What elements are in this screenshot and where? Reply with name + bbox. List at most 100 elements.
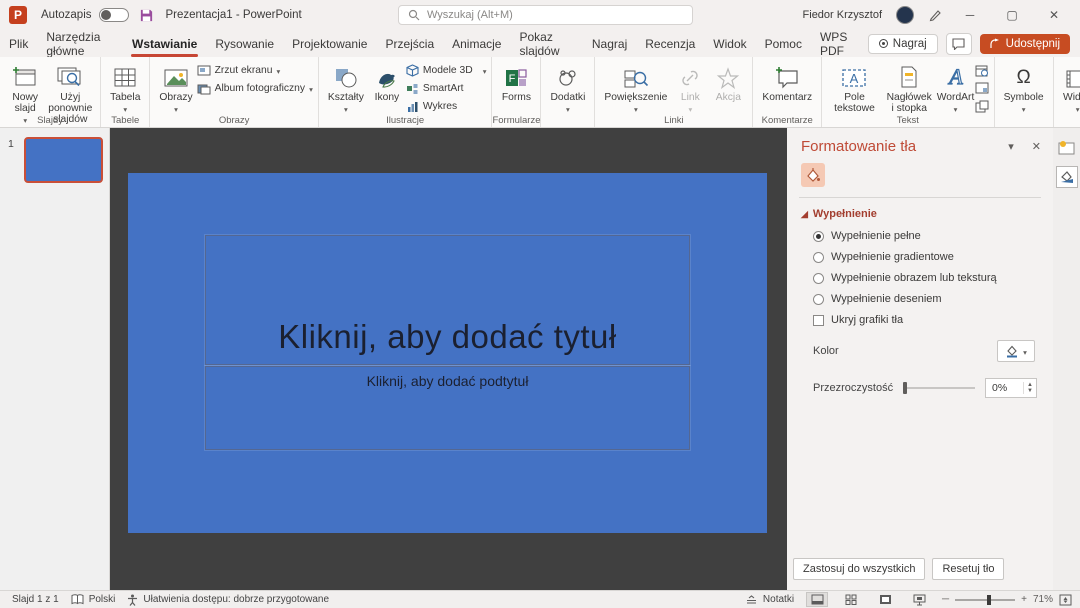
slide[interactable]: Kliknij, aby dodać tytuł Kliknij, aby do…: [128, 173, 767, 533]
header-footer-button[interactable]: Nagłówek i stopka: [882, 60, 937, 116]
addins-button[interactable]: Dodatki▾: [546, 60, 589, 116]
color-picker-button[interactable]: ▾: [997, 340, 1035, 362]
screenshot-icon: [197, 65, 211, 77]
apply-to-all-button[interactable]: Zastosuj do wszystkich: [793, 558, 925, 580]
title-placeholder[interactable]: Kliknij, aby dodać tytuł: [205, 235, 690, 365]
slideshow-view-button[interactable]: [908, 592, 930, 607]
shapes-button[interactable]: Kształty▾: [324, 60, 368, 116]
reset-background-button[interactable]: Resetuj tło: [932, 558, 1004, 580]
user-name[interactable]: Fiedor Krzysztof: [803, 9, 882, 21]
chart-button[interactable]: Wykres: [406, 98, 487, 115]
group-obrazy: Obrazy▾ Zrzut ekranu▾ Album fotograficzn…: [150, 57, 318, 127]
panel-title: Formatowanie tła: [801, 138, 916, 155]
tab-projektowanie[interactable]: Projektowanie: [283, 32, 376, 56]
user-avatar[interactable]: [896, 6, 914, 24]
object-button[interactable]: [975, 98, 989, 115]
reading-view-button[interactable]: [874, 592, 896, 607]
table-button[interactable]: Tabela▾: [106, 60, 144, 116]
subtitle-placeholder-text: Kliknij, aby dodać podtytuł: [367, 367, 529, 389]
tab-rysowanie[interactable]: Rysowanie: [206, 32, 283, 56]
tab-animacje[interactable]: Animacje: [443, 32, 510, 56]
fill-section-header[interactable]: ◢Wypełnienie: [801, 208, 1041, 220]
normal-view-button[interactable]: [806, 592, 828, 607]
format-background-panel: Formatowanie tła ▾ ✕ ◢Wypełnienie Wypełn…: [787, 128, 1053, 590]
autosave-toggle[interactable]: [99, 8, 129, 22]
record-button[interactable]: Nagraj: [868, 34, 938, 54]
tab-recenzja[interactable]: Recenzja: [636, 32, 704, 56]
search-input[interactable]: Wyszukaj (Alt+M): [398, 5, 693, 25]
option-gradient-fill[interactable]: Wypełnienie gradientowe: [813, 251, 1041, 263]
transparency-value: 0%: [986, 382, 1007, 394]
designer-pane-button[interactable]: [1056, 136, 1078, 158]
panel-close-icon[interactable]: ✕: [1032, 140, 1041, 153]
screenshot-button[interactable]: Zrzut ekranu▾: [197, 62, 313, 79]
fill-tab-icon[interactable]: [801, 163, 825, 187]
slide-sorter-view-button[interactable]: [840, 592, 862, 607]
transparency-slider[interactable]: [903, 387, 975, 389]
format-background-icon: [1059, 169, 1075, 185]
spinner-arrows-icon[interactable]: ▲▼: [1023, 382, 1036, 394]
maximize-button[interactable]: ▢: [998, 8, 1026, 22]
spellcheck-book-icon[interactable]: [71, 594, 84, 605]
tab-nagraj[interactable]: Nagraj: [583, 32, 636, 56]
comments-button[interactable]: [946, 33, 972, 55]
option-picture-fill[interactable]: Wypełnienie obrazem lub teksturą: [813, 272, 1041, 284]
3d-models-button[interactable]: Modele 3D▾: [406, 62, 487, 79]
option-pattern-fill[interactable]: Wypełnienie deseniem: [813, 293, 1041, 305]
tab-przejscia[interactable]: Przejścia: [376, 32, 443, 56]
zoom-out-button[interactable]: ─: [942, 594, 949, 605]
pen-mode-icon[interactable]: [928, 8, 942, 22]
notes-button[interactable]: Notatki: [745, 594, 794, 605]
date-time-button[interactable]: [975, 62, 989, 79]
video-button[interactable]: Wideo▾: [1059, 60, 1080, 116]
tab-pomoc[interactable]: Pomoc: [756, 32, 811, 56]
accessibility-icon[interactable]: [127, 594, 138, 606]
slide-thumbnail[interactable]: [24, 137, 103, 183]
zoom-in-button[interactable]: +: [1021, 594, 1027, 605]
fit-to-window-icon[interactable]: [1059, 594, 1072, 606]
document-title: Prezentacja1 - PowerPoint: [166, 9, 302, 21]
format-background-pane-button[interactable]: [1056, 166, 1078, 188]
paint-bucket-icon: [805, 167, 821, 183]
text-box-button[interactable]: A Pole tekstowe: [827, 60, 882, 116]
photo-album-button[interactable]: Album fotograficzny▾: [197, 80, 313, 97]
photo-album-icon: [197, 83, 211, 95]
language-indicator[interactable]: Polski: [89, 594, 116, 605]
zoom-slider[interactable]: [955, 599, 1015, 601]
images-button[interactable]: Obrazy▾: [155, 60, 196, 116]
symbols-button[interactable]: Ω Symbole▾: [1000, 60, 1048, 116]
checkbox-icon: [813, 315, 824, 326]
accessibility-status[interactable]: Ułatwienia dostępu: dobrze przygotowane: [143, 594, 329, 605]
new-comment-button[interactable]: Komentarz: [758, 60, 816, 105]
save-icon[interactable]: [139, 8, 154, 23]
forms-button[interactable]: F Forms: [497, 60, 535, 105]
subtitle-placeholder[interactable]: Kliknij, aby dodać podtytuł: [205, 366, 690, 450]
tab-widok[interactable]: Widok: [704, 32, 755, 56]
option-hide-background[interactable]: Ukryj grafiki tła: [813, 314, 1041, 326]
tab-wstawianie[interactable]: Wstawianie: [123, 32, 206, 56]
icons-button[interactable]: Ikony: [368, 60, 406, 105]
transparency-spinner[interactable]: 0% ▲▼: [985, 378, 1037, 398]
share-button[interactable]: Udostępnij: [980, 34, 1070, 54]
slider-thumb[interactable]: [903, 382, 907, 394]
zoom-button[interactable]: Powiększenie▾: [600, 60, 671, 116]
group-linki: Powiększenie▾ Link▾ Akcja Linki: [595, 57, 753, 127]
wordart-button[interactable]: A WordArt▾: [937, 60, 975, 116]
group-label-multimedia: Multimedia: [1054, 115, 1080, 126]
smartart-button[interactable]: SmartArt: [406, 80, 487, 97]
minimize-button[interactable]: ─: [956, 8, 984, 22]
zoom-percentage[interactable]: 71%: [1033, 594, 1053, 605]
powerpoint-logo-icon: P: [9, 6, 27, 24]
group-formularze: F Forms Formularze: [492, 57, 541, 127]
panel-options-chevron-icon[interactable]: ▾: [1008, 140, 1014, 153]
close-button[interactable]: ✕: [1040, 8, 1068, 22]
option-solid-fill[interactable]: Wypełnienie pełne: [813, 230, 1041, 242]
thumbnail-number: 1: [8, 138, 14, 150]
zoom-slider-thumb[interactable]: [987, 595, 991, 605]
tab-plik[interactable]: Plik: [0, 32, 37, 56]
radio-selected-icon: [813, 231, 824, 242]
3d-models-icon: [406, 64, 419, 77]
slide-number-button[interactable]: [975, 80, 989, 97]
link-button: Link▾: [671, 60, 709, 116]
group-label-tabele: Tabele: [101, 115, 149, 126]
